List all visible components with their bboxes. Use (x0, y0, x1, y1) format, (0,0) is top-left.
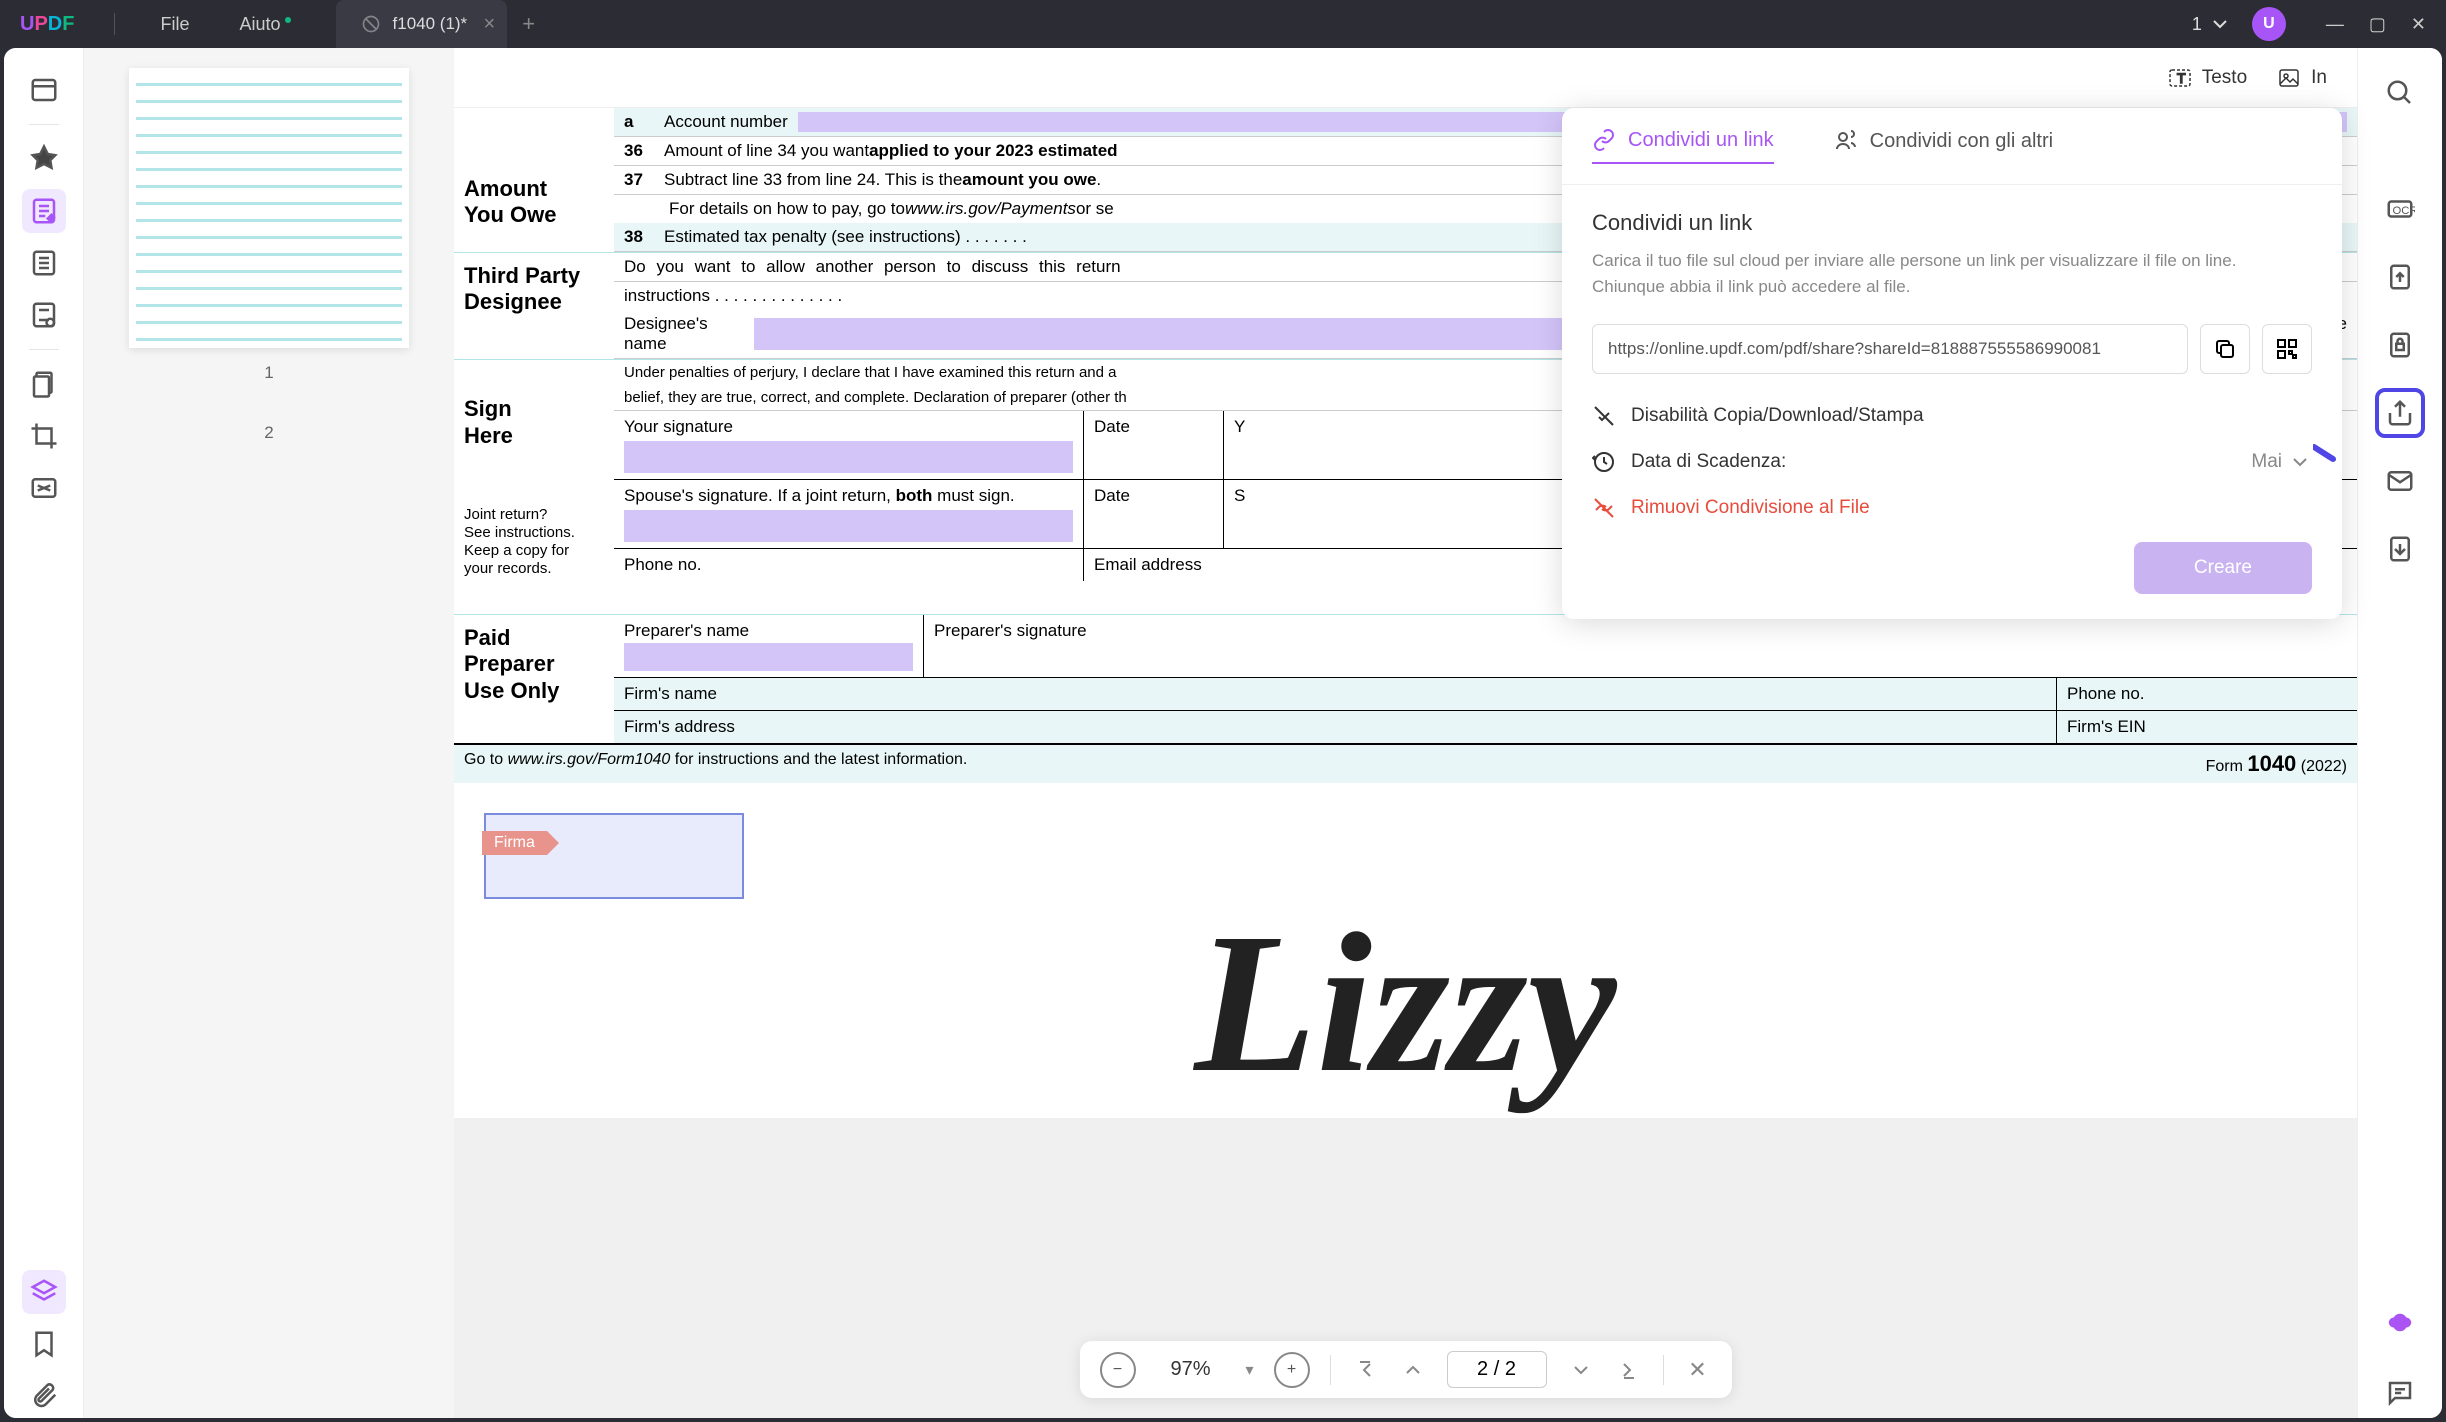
disable-icon (1592, 404, 1616, 428)
tab-title: f1040 (1)* (393, 14, 468, 34)
annotation-arrow (2313, 443, 2337, 467)
crop-button[interactable] (22, 414, 66, 458)
share-title: Condividi un link (1592, 210, 2312, 236)
history-icon (1592, 450, 1616, 474)
link-icon (1592, 128, 1616, 152)
close-button[interactable]: ✕ (2411, 14, 2426, 35)
left-sidebar (4, 48, 84, 1418)
new-tab-button[interactable]: + (522, 11, 535, 37)
reader-mode-button[interactable] (22, 68, 66, 112)
ocr-button[interactable]: OCR (2375, 184, 2425, 234)
qr-code-button[interactable] (2262, 324, 2312, 374)
page-input[interactable] (1447, 1351, 1547, 1388)
edit-toolbar: TTesto In (454, 48, 2357, 108)
share-others-tab[interactable]: Condividi con gli altri (1834, 128, 2053, 164)
expiry-value[interactable]: Mai (2251, 450, 2312, 474)
protect-button[interactable] (2375, 320, 2425, 370)
chevron-down-icon (2288, 450, 2312, 474)
maximize-button[interactable]: ▢ (2369, 14, 2386, 35)
thumbnail-number-2: 2 (104, 423, 434, 443)
thumbnail-number-1: 1 (104, 363, 434, 383)
image-tool[interactable]: In (2277, 66, 2327, 90)
share-description: Carica il tuo file sul cloud per inviare… (1592, 248, 2312, 299)
layers-button[interactable] (22, 1270, 66, 1314)
redact-button[interactable] (22, 466, 66, 510)
share-button[interactable] (2375, 388, 2425, 438)
search-button[interactable] (2375, 68, 2425, 118)
form-button[interactable] (22, 241, 66, 285)
amount-you-owe-label: Amount You Owe (454, 166, 614, 252)
ai-button[interactable] (2375, 1300, 2425, 1350)
zoom-navigation-bar: − 97% ▾ + ✕ (1079, 1341, 1731, 1398)
print-button[interactable] (2375, 524, 2425, 574)
sign-here-label: Sign Here Joint return? See instructions… (454, 360, 614, 614)
next-page-button[interactable] (1567, 1358, 1595, 1382)
comment-panel-button[interactable] (2375, 1368, 2425, 1418)
menu-help[interactable]: Aiuto (214, 14, 305, 35)
titlebar: UPDF File Aiuto f1040 (1)* × + 1 U — ▢ ✕ (0, 0, 2446, 48)
thumbnail-page-1[interactable] (129, 68, 409, 348)
expiry-option[interactable]: Data di Scadenza: Mai (1592, 450, 2312, 474)
attachment-button[interactable] (22, 1374, 66, 1418)
prev-page-button[interactable] (1399, 1358, 1427, 1382)
zoom-dropdown[interactable]: ▾ (1245, 1360, 1253, 1380)
text-tool[interactable]: TTesto (2168, 66, 2247, 90)
zoom-out-button[interactable]: − (1099, 1352, 1135, 1388)
pages-button[interactable] (22, 362, 66, 406)
signature-tag: Firma (482, 831, 547, 855)
bookmark-button[interactable] (22, 1322, 66, 1366)
first-page-button[interactable] (1351, 1358, 1379, 1382)
create-button[interactable]: Creare (2134, 542, 2312, 594)
zoom-value: 97% (1155, 1358, 1225, 1381)
third-party-label: Third Party Designee (454, 253, 614, 359)
comment-button[interactable] (22, 137, 66, 181)
zoom-in-button[interactable]: + (1274, 1352, 1310, 1388)
qr-icon (2275, 337, 2299, 361)
last-page-button[interactable] (1615, 1358, 1643, 1382)
organize-button[interactable] (22, 293, 66, 337)
remove-share-option[interactable]: Rimuovi Condivisione al File (1592, 496, 2312, 520)
document-tab[interactable]: f1040 (1)* × (336, 0, 508, 48)
signature-text: Lizzy (454, 889, 2357, 1118)
convert-button[interactable] (2375, 252, 2425, 302)
user-avatar[interactable]: U (2252, 7, 2286, 41)
close-bar-button[interactable]: ✕ (1684, 1357, 1712, 1383)
copy-link-button[interactable] (2200, 324, 2250, 374)
paid-preparer-label: Paid Preparer Use Only (454, 615, 614, 743)
share-panel: Condividi un link Condividi con gli altr… (1562, 108, 2342, 619)
copy-icon (2213, 337, 2237, 361)
edit-button[interactable] (22, 189, 66, 233)
minimize-button[interactable]: — (2326, 14, 2344, 35)
thumbnails-panel: 1 Lizzy 2 (84, 48, 454, 1418)
tab-doc-icon (361, 14, 381, 34)
svg-text:T: T (2177, 70, 2186, 86)
chevron-down-icon (2208, 12, 2232, 36)
svg-text:OCR: OCR (2393, 205, 2416, 217)
menu-file[interactable]: File (135, 14, 214, 35)
disable-copy-option[interactable]: Disabilità Copia/Download/Stampa (1592, 404, 2312, 428)
window-count[interactable]: 1 (2192, 12, 2232, 36)
tab-close-icon[interactable]: × (484, 13, 496, 36)
right-sidebar: OCR (2357, 48, 2442, 1418)
unlink-icon (1592, 496, 1616, 520)
app-logo: UPDF (20, 13, 74, 36)
share-link-tab[interactable]: Condividi un link (1592, 128, 1774, 164)
share-url-input[interactable] (1592, 324, 2188, 374)
email-button[interactable] (2375, 456, 2425, 506)
signature-field[interactable]: Firma (484, 813, 744, 899)
people-icon (1834, 129, 1858, 153)
